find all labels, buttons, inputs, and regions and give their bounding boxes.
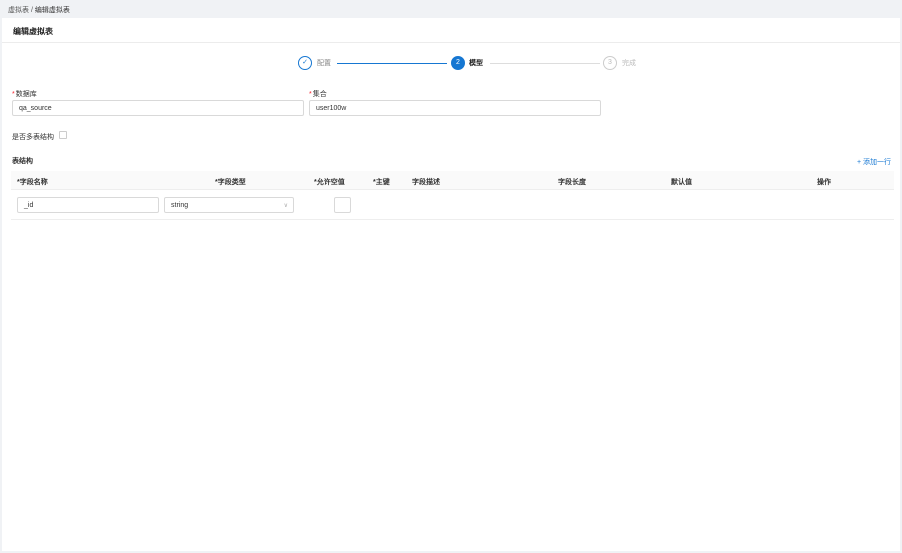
check-icon: ✓ [298,56,312,70]
step-line-2 [490,63,600,64]
edit-row: _id string ∨ [11,190,894,220]
col-nullable: *允许空值 [314,179,345,186]
db-input[interactable]: qa_source [12,100,304,116]
breadcrumb-separator: / [30,7,33,14]
db-label: *数据库 [12,91,37,98]
table-structure-title: 表结构 [12,158,33,165]
field-name-input[interactable]: _id [17,197,159,213]
multi-table-checkbox[interactable] [59,131,67,139]
step-2-label: 模型 [469,60,483,67]
breadcrumb: 虚拟表 / 编辑虚拟表 [0,0,902,18]
col-length: 字段长度 [558,179,586,186]
main-card: 编辑虚拟表 ✓ 配置 2 模型 3 完成 *数据库 qa_source *集合 … [2,18,900,551]
col-default: 默认值 [671,179,692,186]
field-type-select[interactable]: string ∨ [164,197,294,213]
col-actions: 操作 [817,179,831,186]
col-type: *字段类型 [215,179,246,186]
step-3-number: 3 [603,56,617,70]
collection-input[interactable]: user100w [309,100,601,116]
step-line-1 [337,63,447,64]
col-desc: 字段描述 [412,179,440,186]
col-name: *字段名称 [17,179,48,186]
chevron-down-icon: ∨ [283,203,288,209]
step-3-label: 完成 [622,60,636,67]
breadcrumb-current: 编辑虚拟表 [34,7,70,14]
fields-table: *字段名称 *字段类型 *允许空值 *主键 字段描述 字段长度 默认值 操作 _… [11,171,894,220]
multi-table-label: 是否多表结构 [12,134,54,141]
fields-table-header: *字段名称 *字段类型 *允许空值 *主键 字段描述 字段长度 默认值 操作 [11,171,894,190]
col-pk: *主键 [373,179,390,186]
steps-bar: ✓ 配置 2 模型 3 完成 [2,55,900,71]
step-1-label: 配置 [317,60,331,67]
breadcrumb-parent[interactable]: 虚拟表 [8,7,29,14]
nullable-select[interactable] [334,197,351,213]
collection-label: *集合 [309,91,327,98]
add-row-button[interactable]: + 添加一行 [857,157,891,167]
page-title: 编辑虚拟表 [2,18,900,43]
step-2-number: 2 [451,56,465,70]
